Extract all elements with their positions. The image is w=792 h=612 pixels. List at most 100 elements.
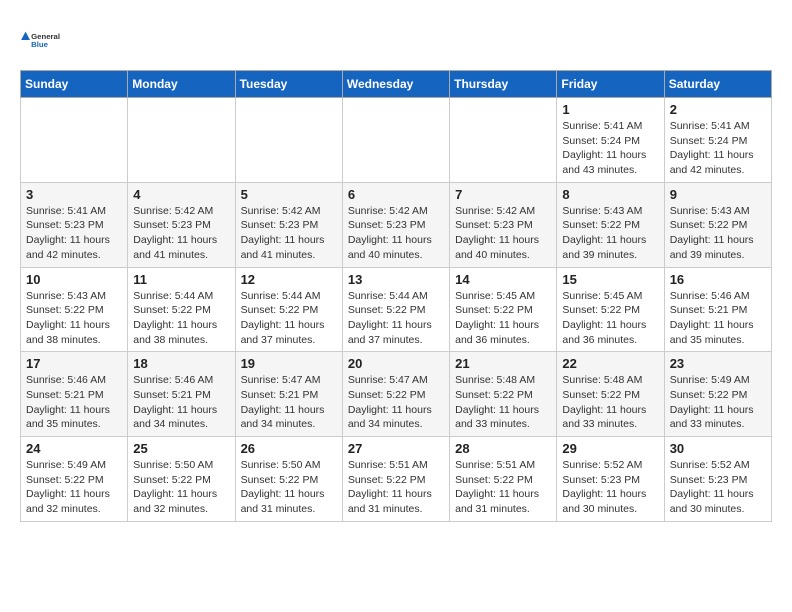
day-number: 4: [133, 187, 229, 202]
day-number: 13: [348, 272, 444, 287]
calendar-cell: 17Sunrise: 5:46 AM Sunset: 5:21 PM Dayli…: [21, 352, 128, 437]
calendar-cell: 24 Sunrise: 5:49 AM Sunset: 5:22 PM Dayli…: [21, 437, 128, 522]
calendar-cell: 30Sunrise: 5:52 AM Sunset: 5:23 PM Dayli…: [664, 437, 771, 522]
calendar-cell: 14Sunrise: 5:45 AM Sunset: 5:22 PM Dayli…: [450, 267, 557, 352]
day-number: 27: [348, 441, 444, 456]
day-number: 24: [26, 441, 122, 456]
calendar-cell: 16 Sunrise: 5:46 AM Sunset: 5:21 PM Dayli…: [664, 267, 771, 352]
calendar-cell: 8Sunrise: 5:43 AM Sunset: 5:22 PM Daylig…: [557, 182, 664, 267]
calendar-cell: 2 Sunrise: 5:41 AM Sunset: 5:24 PM Daylig…: [664, 98, 771, 183]
day-info: Sunrise: 5:45 AM Sunset: 5:22 PM Dayligh…: [562, 289, 658, 348]
day-number: 8: [562, 187, 658, 202]
day-number: 6: [348, 187, 444, 202]
calendar-cell: 11Sunrise: 5:44 AM Sunset: 5:22 PM Dayli…: [128, 267, 235, 352]
calendar-cell: 26 Sunrise: 5:50 AM Sunset: 5:22 PM Dayli…: [235, 437, 342, 522]
day-number: 15: [562, 272, 658, 287]
day-info: Sunrise: 5:42 AM Sunset: 5:23 PM Dayligh…: [348, 204, 444, 263]
calendar-header-row: SundayMondayTuesdayWednesdayThursdayFrid…: [21, 71, 772, 98]
day-info: Sunrise: 5:49 AM Sunset: 5:22 PM Dayligh…: [26, 458, 122, 517]
day-header-thursday: Thursday: [450, 71, 557, 98]
calendar-week-row: 24 Sunrise: 5:49 AM Sunset: 5:22 PM Dayli…: [21, 437, 772, 522]
calendar-cell: 6 Sunrise: 5:42 AM Sunset: 5:23 PM Daylig…: [342, 182, 449, 267]
logo-svg: General Blue: [20, 20, 70, 60]
calendar-cell: 28 Sunrise: 5:51 AM Sunset: 5:22 PM Dayli…: [450, 437, 557, 522]
day-info: Sunrise: 5:50 AM Sunset: 5:22 PM Dayligh…: [133, 458, 229, 517]
calendar-week-row: 17Sunrise: 5:46 AM Sunset: 5:21 PM Dayli…: [21, 352, 772, 437]
day-info: Sunrise: 5:41 AM Sunset: 5:24 PM Dayligh…: [562, 119, 658, 178]
day-info: Sunrise: 5:47 AM Sunset: 5:22 PM Dayligh…: [348, 373, 444, 432]
day-number: 26: [241, 441, 337, 456]
day-info: Sunrise: 5:44 AM Sunset: 5:22 PM Dayligh…: [133, 289, 229, 348]
calendar-cell: [235, 98, 342, 183]
calendar-table: SundayMondayTuesdayWednesdayThursdayFrid…: [20, 70, 772, 522]
day-info: Sunrise: 5:44 AM Sunset: 5:22 PM Dayligh…: [348, 289, 444, 348]
day-info: Sunrise: 5:48 AM Sunset: 5:22 PM Dayligh…: [562, 373, 658, 432]
day-info: Sunrise: 5:41 AM Sunset: 5:24 PM Dayligh…: [670, 119, 766, 178]
day-header-wednesday: Wednesday: [342, 71, 449, 98]
day-info: Sunrise: 5:43 AM Sunset: 5:22 PM Dayligh…: [670, 204, 766, 263]
day-info: Sunrise: 5:42 AM Sunset: 5:23 PM Dayligh…: [241, 204, 337, 263]
calendar-week-row: 1 Sunrise: 5:41 AM Sunset: 5:24 PM Daylig…: [21, 98, 772, 183]
day-header-friday: Friday: [557, 71, 664, 98]
day-info: Sunrise: 5:51 AM Sunset: 5:22 PM Dayligh…: [348, 458, 444, 517]
calendar-cell: 19 Sunrise: 5:47 AM Sunset: 5:21 PM Dayli…: [235, 352, 342, 437]
day-info: Sunrise: 5:52 AM Sunset: 5:23 PM Dayligh…: [562, 458, 658, 517]
day-number: 19: [241, 356, 337, 371]
calendar-cell: 5 Sunrise: 5:42 AM Sunset: 5:23 PM Daylig…: [235, 182, 342, 267]
day-number: 10: [26, 272, 122, 287]
calendar-cell: [21, 98, 128, 183]
calendar-cell: 7Sunrise: 5:42 AM Sunset: 5:23 PM Daylig…: [450, 182, 557, 267]
calendar-cell: 9 Sunrise: 5:43 AM Sunset: 5:22 PM Daylig…: [664, 182, 771, 267]
day-number: 30: [670, 441, 766, 456]
calendar-cell: 23 Sunrise: 5:49 AM Sunset: 5:22 PM Dayli…: [664, 352, 771, 437]
calendar-cell: 21 Sunrise: 5:48 AM Sunset: 5:22 PM Dayli…: [450, 352, 557, 437]
day-number: 5: [241, 187, 337, 202]
page-header: General Blue: [20, 20, 772, 60]
calendar-cell: 10 Sunrise: 5:43 AM Sunset: 5:22 PM Dayli…: [21, 267, 128, 352]
calendar-cell: 4 Sunrise: 5:42 AM Sunset: 5:23 PM Daylig…: [128, 182, 235, 267]
day-info: Sunrise: 5:50 AM Sunset: 5:22 PM Dayligh…: [241, 458, 337, 517]
day-number: 3: [26, 187, 122, 202]
calendar-cell: 15 Sunrise: 5:45 AM Sunset: 5:22 PM Dayli…: [557, 267, 664, 352]
calendar-cell: 13 Sunrise: 5:44 AM Sunset: 5:22 PM Dayli…: [342, 267, 449, 352]
calendar-week-row: 10 Sunrise: 5:43 AM Sunset: 5:22 PM Dayli…: [21, 267, 772, 352]
day-number: 9: [670, 187, 766, 202]
day-info: Sunrise: 5:45 AM Sunset: 5:22 PM Dayligh…: [455, 289, 551, 348]
day-info: Sunrise: 5:42 AM Sunset: 5:23 PM Dayligh…: [133, 204, 229, 263]
day-number: 17: [26, 356, 122, 371]
day-info: Sunrise: 5:49 AM Sunset: 5:22 PM Dayligh…: [670, 373, 766, 432]
day-info: Sunrise: 5:51 AM Sunset: 5:22 PM Dayligh…: [455, 458, 551, 517]
day-info: Sunrise: 5:46 AM Sunset: 5:21 PM Dayligh…: [670, 289, 766, 348]
day-header-sunday: Sunday: [21, 71, 128, 98]
svg-text:Blue: Blue: [31, 40, 49, 49]
calendar-cell: 20 Sunrise: 5:47 AM Sunset: 5:22 PM Dayli…: [342, 352, 449, 437]
day-number: 7: [455, 187, 551, 202]
calendar-cell: [450, 98, 557, 183]
day-number: 23: [670, 356, 766, 371]
calendar-cell: 22Sunrise: 5:48 AM Sunset: 5:22 PM Dayli…: [557, 352, 664, 437]
calendar-cell: [342, 98, 449, 183]
day-number: 2: [670, 102, 766, 117]
day-header-monday: Monday: [128, 71, 235, 98]
day-info: Sunrise: 5:41 AM Sunset: 5:23 PM Dayligh…: [26, 204, 122, 263]
calendar-cell: 27 Sunrise: 5:51 AM Sunset: 5:22 PM Dayli…: [342, 437, 449, 522]
calendar-cell: 18Sunrise: 5:46 AM Sunset: 5:21 PM Dayli…: [128, 352, 235, 437]
day-number: 25: [133, 441, 229, 456]
day-number: 1: [562, 102, 658, 117]
day-number: 21: [455, 356, 551, 371]
day-info: Sunrise: 5:43 AM Sunset: 5:22 PM Dayligh…: [26, 289, 122, 348]
day-number: 16: [670, 272, 766, 287]
day-header-tuesday: Tuesday: [235, 71, 342, 98]
day-number: 28: [455, 441, 551, 456]
calendar-cell: 3 Sunrise: 5:41 AM Sunset: 5:23 PM Daylig…: [21, 182, 128, 267]
day-info: Sunrise: 5:47 AM Sunset: 5:21 PM Dayligh…: [241, 373, 337, 432]
day-number: 20: [348, 356, 444, 371]
day-header-saturday: Saturday: [664, 71, 771, 98]
day-info: Sunrise: 5:48 AM Sunset: 5:22 PM Dayligh…: [455, 373, 551, 432]
day-number: 29: [562, 441, 658, 456]
day-number: 12: [241, 272, 337, 287]
svg-text:General: General: [31, 32, 60, 41]
calendar-cell: 25 Sunrise: 5:50 AM Sunset: 5:22 PM Dayli…: [128, 437, 235, 522]
calendar-cell: [128, 98, 235, 183]
calendar-week-row: 3 Sunrise: 5:41 AM Sunset: 5:23 PM Daylig…: [21, 182, 772, 267]
